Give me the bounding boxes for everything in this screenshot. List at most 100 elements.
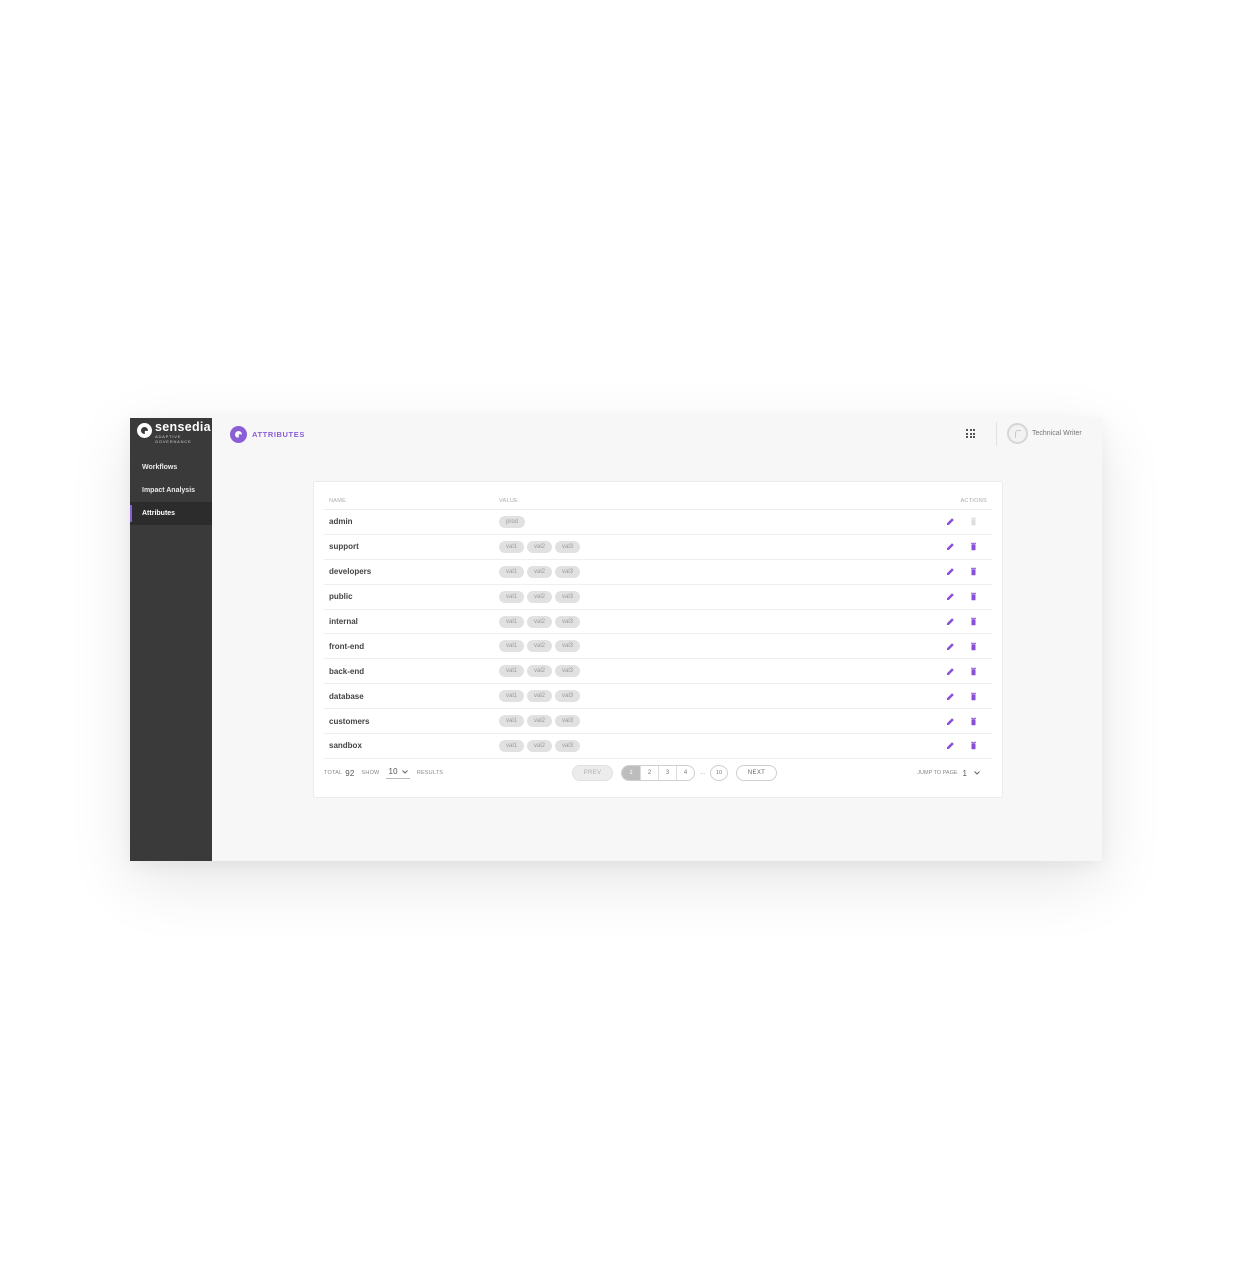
trash-icon[interactable]: [969, 542, 978, 551]
attributes-table: NAME VALUE ACTIONS admin prod support val1 v…: [324, 492, 992, 759]
page-button[interactable]: 4: [676, 766, 694, 780]
value-chip: val1: [499, 640, 525, 653]
attribute-name: database: [329, 691, 364, 701]
trash-icon[interactable]: [969, 667, 978, 676]
topbar: ATTRIBUTES Technical Writer: [212, 418, 1102, 450]
pencil-icon[interactable]: [946, 542, 955, 551]
page-button[interactable]: 3: [658, 766, 676, 780]
next-button[interactable]: NEXT: [736, 765, 778, 781]
value-chip: val1: [499, 690, 525, 703]
value-chip: val2: [527, 690, 553, 703]
value-chip: val1: [499, 715, 525, 728]
page-size-value: 10: [388, 767, 398, 776]
row-actions: [942, 517, 992, 526]
attribute-name: admin: [329, 517, 353, 527]
attribute-name: support: [329, 542, 359, 552]
trash-icon[interactable]: [969, 642, 978, 651]
avatar: [1007, 423, 1028, 444]
attribute-values: val1 val2 val3: [499, 665, 942, 678]
pencil-icon[interactable]: [946, 592, 955, 601]
main-content: ATTRIBUTES Technical Writer NAME VALUE A…: [212, 418, 1102, 861]
value-chip: val3: [555, 665, 581, 678]
sidebar-item-label: Attributes: [142, 510, 176, 517]
trash-icon: [971, 518, 976, 526]
sidebar-item-workflows[interactable]: Workflows: [130, 456, 212, 479]
grid-icon[interactable]: [966, 429, 975, 438]
row-actions: [942, 717, 992, 726]
pencil-icon[interactable]: [946, 692, 955, 701]
row-actions: [942, 692, 992, 701]
page-button[interactable]: 2: [640, 766, 658, 780]
pencil-icon[interactable]: [946, 741, 955, 750]
value-chip: val2: [527, 640, 553, 653]
attribute-name: internal: [329, 617, 358, 626]
table-body: admin prod support val1 val2 val3 developers va…: [324, 510, 992, 759]
attributes-card: NAME VALUE ACTIONS admin prod support val1 v…: [313, 481, 1003, 798]
chevron-down-icon: [401, 769, 408, 774]
sidebar-nav: Workflows Impact Analysis Attributes: [130, 456, 212, 525]
trash-icon[interactable]: [969, 567, 978, 576]
total-count: TOTAL 92 SHOW 10 RESULTS: [324, 767, 443, 779]
column-header-value: VALUE: [499, 497, 519, 504]
page-button-last[interactable]: 10: [710, 765, 729, 781]
column-header-name: NAME: [329, 497, 347, 504]
value-chip: val2: [527, 615, 553, 628]
sidebar-item-impact-analysis[interactable]: Impact Analysis: [130, 479, 212, 502]
page-ellipsis: ...: [700, 770, 706, 776]
value-chip: val3: [555, 540, 581, 553]
trash-icon[interactable]: [969, 741, 978, 750]
value-chip: val1: [499, 665, 525, 678]
row-actions: [942, 567, 992, 576]
attribute-values: val1 val2 val3: [499, 590, 942, 603]
sidebar: sensedia ADAPTIVE GOVERNANCE Workflows I…: [130, 418, 212, 861]
trash-icon[interactable]: [969, 692, 978, 701]
value-chip: val1: [499, 739, 525, 752]
attribute-values: val1 val2 val3: [499, 615, 942, 628]
brand-logo[interactable]: sensedia ADAPTIVE GOVERNANCE: [130, 418, 212, 454]
pencil-icon[interactable]: [946, 642, 955, 651]
value-chip: val3: [555, 739, 581, 752]
table-row: database val1 val2 val3: [324, 684, 992, 710]
trash-icon[interactable]: [969, 592, 978, 601]
attribute-name: customers: [329, 716, 370, 726]
attribute-values: val1 val2 val3: [499, 565, 942, 578]
row-actions: [942, 667, 992, 676]
jump-page-select[interactable]: 1: [963, 769, 980, 778]
user-name: Technical Writer: [1032, 430, 1082, 437]
trash-icon[interactable]: [969, 617, 978, 626]
attribute-values: val1 val2 val3: [499, 715, 942, 728]
value-chip: val2: [527, 540, 553, 553]
value-chip: val1: [499, 565, 525, 578]
trash-icon[interactable]: [969, 717, 978, 726]
topbar-divider: [996, 422, 997, 446]
pencil-icon[interactable]: [946, 617, 955, 626]
attribute-values: val1 val2 val3: [499, 640, 942, 653]
user-menu[interactable]: Technical Writer: [1007, 423, 1082, 444]
pencil-icon[interactable]: [946, 567, 955, 576]
attribute-name: developers: [329, 567, 372, 577]
total-label: TOTAL: [324, 770, 343, 776]
prev-button[interactable]: PREV: [572, 765, 613, 781]
sidebar-item-attributes[interactable]: Attributes: [130, 502, 212, 525]
attribute-values: prod: [499, 515, 942, 528]
page-button[interactable]: 1: [622, 766, 640, 780]
jump-label: JUMP TO PAGE: [917, 770, 958, 776]
value-chip: val3: [555, 615, 581, 628]
sensedia-logo-icon: [137, 423, 152, 438]
row-actions: [942, 592, 992, 601]
page-size-select[interactable]: 10: [386, 767, 410, 779]
value-chip: val3: [555, 640, 581, 653]
pencil-icon[interactable]: [946, 667, 955, 676]
app-window: sensedia ADAPTIVE GOVERNANCE Workflows I…: [130, 418, 1102, 861]
pencil-icon[interactable]: [946, 517, 955, 526]
table-row: admin prod: [324, 510, 992, 535]
brand-name: sensedia: [155, 420, 211, 434]
pencil-icon[interactable]: [946, 717, 955, 726]
page-controls: PREV 1 2 3 4 ... 10 NEXT: [572, 765, 778, 781]
row-actions: [942, 617, 992, 626]
table-row: front-end val1 val2 val3: [324, 634, 992, 660]
attribute-values: val1 val2 val3: [499, 739, 942, 752]
value-chip: val2: [527, 715, 553, 728]
page-list: 1 2 3 4: [621, 765, 695, 781]
pagination: TOTAL 92 SHOW 10 RESULTS PREV 1 2 3 4 ..…: [324, 764, 992, 782]
